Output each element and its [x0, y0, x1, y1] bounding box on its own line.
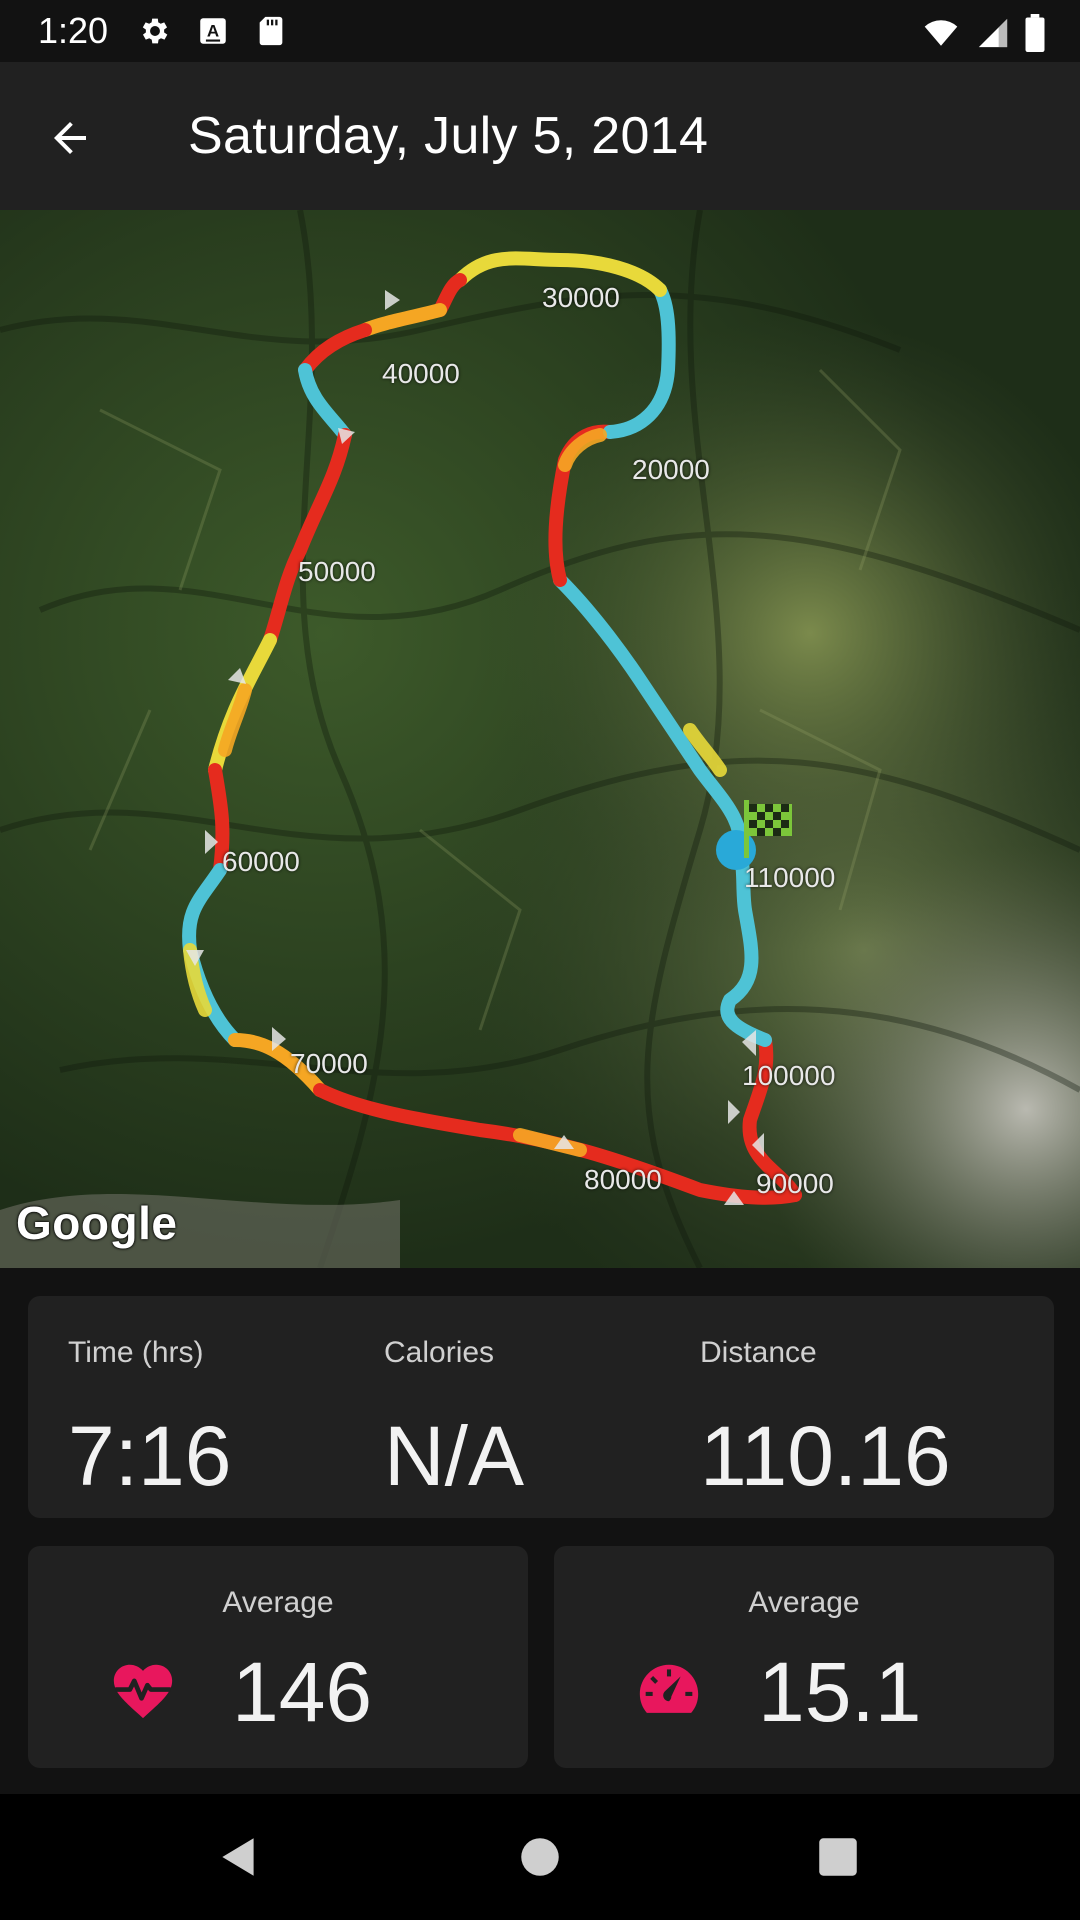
summary-card: Time (hrs) 7:16 Calories N/A Distance 11… — [28, 1296, 1054, 1518]
gear-icon — [142, 18, 168, 44]
heart-rate-label: Average — [222, 1586, 334, 1619]
speed-label: Average — [748, 1586, 860, 1619]
speedometer-icon — [639, 1664, 699, 1713]
distance-marker: 80000 — [584, 1164, 662, 1195]
calories-label: Calories — [384, 1336, 495, 1369]
page-title: Saturday, July 5, 2014 — [188, 107, 709, 165]
status-icons-left: A — [138, 14, 288, 48]
sd-card-icon — [259, 16, 283, 46]
status-icons-right — [920, 14, 1046, 52]
distance-label: Distance — [700, 1336, 817, 1369]
stats-panel: Time (hrs) 7:16 Calories N/A Distance 11… — [0, 1268, 1080, 1794]
heart-pulse-icon — [113, 1664, 173, 1719]
a-badge-icon: A — [200, 18, 226, 44]
distance-marker: 100000 — [742, 1060, 836, 1091]
battery-icon — [1025, 14, 1045, 52]
speed-value: 15.1 — [758, 1645, 922, 1739]
circle-home-icon[interactable] — [515, 1832, 565, 1882]
speed-card: Average 15.1 — [554, 1546, 1054, 1768]
back-button[interactable] — [38, 106, 102, 170]
arrow-left-icon — [54, 122, 86, 154]
distance-marker: 110000 — [744, 862, 836, 893]
triangle-back-icon[interactable] — [214, 1832, 264, 1882]
distance-marker: 90000 — [756, 1168, 834, 1199]
satellite-map — [0, 210, 1080, 1268]
distance-marker: 20000 — [632, 454, 710, 485]
distance-marker: 50000 — [298, 556, 376, 587]
google-attribution[interactable]: Google — [16, 1196, 177, 1250]
distance-marker: 30000 — [542, 282, 620, 313]
distance-marker: 70000 — [290, 1048, 368, 1079]
wifi-icon — [924, 20, 958, 46]
distance-marker: 60000 — [222, 846, 300, 877]
status-bar: 1:20 A — [0, 0, 1080, 62]
app-bar: Saturday, July 5, 2014 — [0, 62, 1080, 210]
time-value: 7:16 — [68, 1409, 232, 1503]
distance-value: 110.16 — [700, 1409, 951, 1503]
square-recents-icon[interactable] — [813, 1832, 863, 1882]
heart-rate-value: 146 — [232, 1645, 373, 1739]
route-map[interactable]: 30000 40000 20000 50000 60000 70000 8000… — [0, 210, 1080, 1268]
time-label: Time (hrs) — [68, 1336, 204, 1369]
heart-rate-card: Average 146 — [28, 1546, 528, 1768]
system-nav-bar — [0, 1794, 1080, 1920]
cell-signal-icon — [978, 18, 1008, 48]
status-time: 1:20 — [38, 10, 109, 51]
calories-value: N/A — [384, 1409, 525, 1503]
svg-text:A: A — [207, 22, 219, 41]
distance-marker: 40000 — [382, 358, 460, 389]
